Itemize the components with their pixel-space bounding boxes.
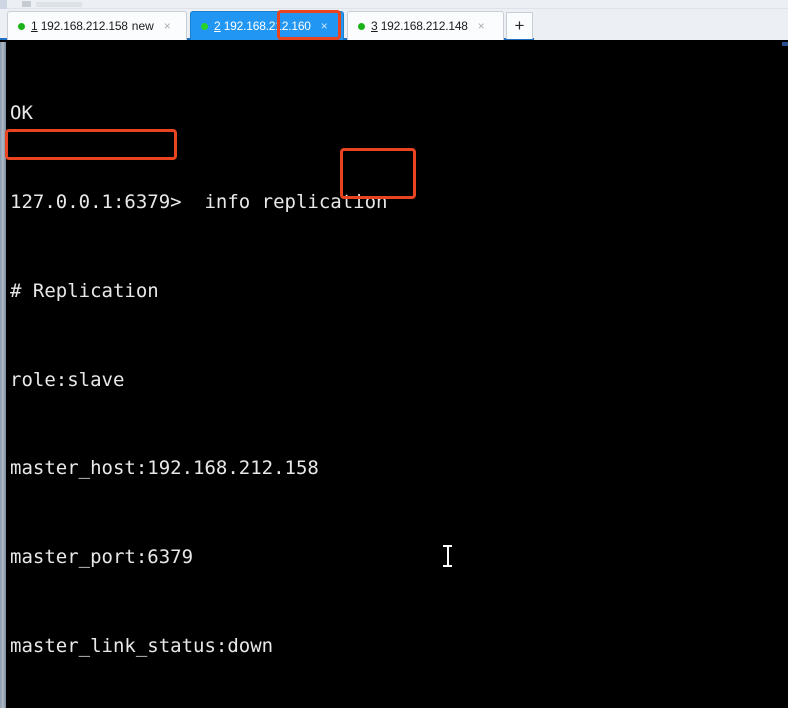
tab-label: 192.168.212.160: [223, 19, 311, 33]
connection-status-dot-icon: [18, 22, 25, 30]
window-right-edge: [782, 42, 788, 46]
terminal-line: master_host:192.168.212.158: [10, 457, 319, 480]
new-tab-button[interactable]: +: [506, 12, 533, 39]
terminal-window: 1 192.168.212.158 new × 2 192.168.212.16…: [0, 0, 788, 708]
tab-label: 192.168.212.158: [40, 19, 128, 33]
connection-status-dot-icon: [358, 22, 365, 30]
toolbar-placeholder: [36, 2, 82, 7]
terminal-output-area[interactable]: OK 127.0.0.1:6379> info replication # Re…: [0, 42, 788, 708]
toolbar-icon: [22, 1, 31, 7]
close-icon[interactable]: ×: [478, 20, 485, 32]
terminal-text: OK 127.0.0.1:6379> info replication # Re…: [10, 42, 615, 708]
tab-index: 3: [371, 19, 378, 33]
connection-status-dot-icon: [201, 22, 208, 30]
terminal-line: 127.0.0.1:6379> info replication: [10, 190, 388, 213]
tab-index: 2: [214, 19, 221, 33]
tab-192-168-212-148[interactable]: 3 192.168.212.148 ×: [347, 11, 504, 40]
terminal-line: master_link_status:down: [10, 634, 274, 657]
vertical-scrollbar[interactable]: [0, 42, 6, 708]
close-icon[interactable]: ×: [321, 20, 328, 32]
tab-bar: 1 192.168.212.158 new × 2 192.168.212.16…: [0, 9, 788, 40]
app-toolbar: [0, 0, 788, 9]
tab-label: 192.168.212.148: [380, 19, 468, 33]
terminal-line: OK: [10, 102, 33, 125]
terminal-line: master_port:6379: [10, 546, 194, 569]
tab-192-168-212-158[interactable]: 1 192.168.212.158 new ×: [7, 11, 187, 40]
tab-index: 1: [31, 19, 38, 33]
close-icon[interactable]: ×: [164, 20, 171, 32]
tab-suffix: new: [131, 19, 154, 33]
terminal-line: role:slave: [10, 368, 125, 391]
tab-192-168-212-160[interactable]: 2 192.168.212.160 ×: [190, 11, 344, 40]
terminal-line: # Replication: [10, 279, 159, 302]
tab-bar-filler: [534, 9, 788, 40]
